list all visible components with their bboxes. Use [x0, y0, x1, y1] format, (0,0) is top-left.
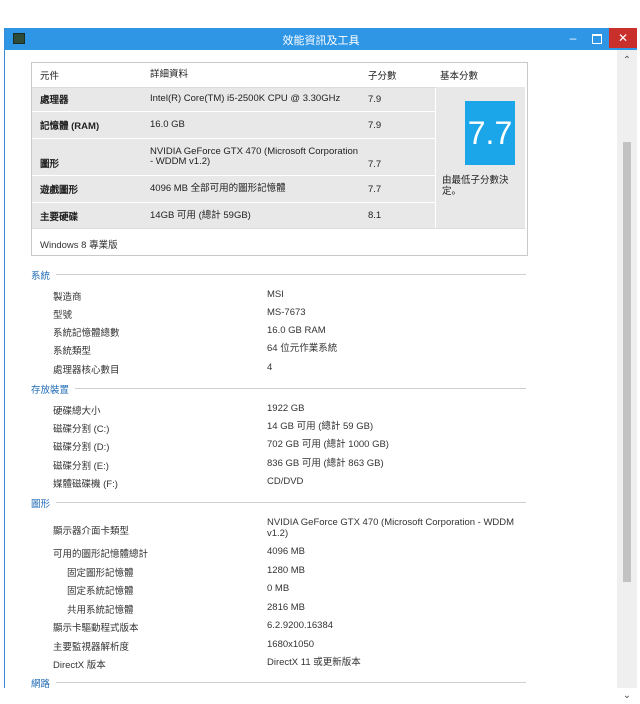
score-row-processor: 處理器 Intel(R) Core(TM) i5-2500K CPU @ 3.3… [32, 87, 435, 111]
row-subscore: 7.7 [364, 176, 432, 202]
score-row-graphics: 圖形 NVIDIA GeForce GTX 470 (Microsoft Cor… [32, 139, 435, 175]
section-rule [31, 502, 526, 503]
prop-label: DirectX 版本 [53, 660, 106, 671]
scroll-down-arrow-icon[interactable]: ⌄ [617, 690, 637, 704]
row-details: NVIDIA GeForce GTX 470 (Microsoft Corpor… [150, 146, 359, 167]
score-row-memory: 記憶體 (RAM) 16.0 GB 7.9 [32, 112, 435, 138]
prop-label: 固定圖形記憶體 [67, 568, 134, 579]
prop-label: 主要監視器解析度 [53, 642, 130, 653]
prop-value: 14 GB 可用 (總計 59 GB) [267, 421, 374, 432]
prop-value: MS-7673 [267, 307, 306, 318]
prop-value: 836 GB 可用 (總計 863 GB) [267, 458, 384, 469]
prop-label: 顯示卡驅動程式版本 [53, 623, 139, 634]
section-storage: 存放裝置 [31, 382, 526, 396]
background-strip [0, 0, 640, 28]
row-subscore: 8.1 [364, 203, 432, 228]
row-subscore: 7.9 [364, 87, 432, 111]
prop-label: 磁碟分割 (E:) [53, 461, 109, 472]
vertical-scrollbar[interactable]: ⌃ ⌄ [617, 50, 637, 701]
header-component: 元件 [40, 71, 60, 82]
prop-value: 0 MB [267, 583, 290, 594]
prop-label: 型號 [53, 310, 73, 321]
score-row-gaming-graphics: 遊戲圖形 4096 MB 全部可用的圖形記憶體 7.7 [32, 176, 435, 202]
prop-value: 4 [267, 362, 273, 373]
row-component: 圖形 [40, 159, 60, 170]
prop-value: 1280 MB [267, 565, 306, 576]
score-table-header: 元件 詳細資料 子分數 [32, 63, 435, 87]
prop-label: 顯示器介面卡類型 [53, 526, 130, 537]
prop-value: DirectX 11 或更新版本 [267, 657, 361, 668]
prop-label: 硬碟總大小 [53, 406, 101, 417]
prop-value: 702 GB 可用 (總計 1000 GB) [267, 439, 389, 450]
score-table: 元件 詳細資料 子分數 基本分數 處理器 Intel(R) Core(TM) i… [31, 62, 528, 256]
prop-value: MSI [267, 289, 284, 300]
maximize-button[interactable] [585, 28, 609, 48]
header-base-score: 基本分數 [440, 71, 479, 82]
performance-window: 效能資訊及工具 – ✕ ⌃ ⌄ 元件 詳細資料 子分數 基本分數 處理器 Int… [4, 28, 637, 701]
section-title: 圖形 [31, 496, 57, 510]
windows-edition: Windows 8 專業版 [40, 240, 118, 251]
section-title: 存放裝置 [31, 382, 76, 396]
prop-label: 系統記憶體總數 [53, 328, 120, 339]
prop-label: 可用的圖形記憶體總計 [53, 549, 149, 560]
prop-value: 4096 MB [267, 546, 306, 557]
section-network: 網路 [31, 676, 526, 690]
close-button[interactable]: ✕ [609, 28, 637, 48]
row-subscore: 7.9 [364, 112, 432, 138]
row-component: 處理器 [40, 95, 69, 106]
score-row-primary-disk: 主要硬碟 14GB 可用 (總計 59GB) 8.1 [32, 203, 435, 228]
prop-label: 磁碟分割 (C:) [53, 424, 110, 435]
section-rule [31, 274, 526, 275]
prop-label: 媒體磁碟機 (F:) [53, 479, 118, 490]
row-subscore: 7.7 [364, 139, 432, 175]
scroll-up-arrow-icon[interactable]: ⌃ [617, 54, 637, 68]
section-graphics: 圖形 [31, 496, 526, 510]
row-component: 遊戲圖形 [40, 185, 79, 196]
minimize-button[interactable]: – [561, 28, 585, 48]
prop-value: NVIDIA GeForce GTX 470 (Microsoft Corpor… [267, 517, 515, 539]
prop-label: 處理器核心數目 [53, 365, 120, 376]
row-component: 主要硬碟 [40, 211, 79, 223]
prop-value: CD/DVD [267, 476, 304, 487]
prop-label: 共用系統記憶體 [67, 605, 134, 616]
prop-label: 系統類型 [53, 346, 92, 357]
prop-label: 固定系統記憶體 [67, 586, 134, 597]
section-title: 系統 [31, 268, 57, 282]
header-details: 詳細資料 [150, 69, 189, 80]
prop-value: 64 位元作業系統 [267, 343, 338, 354]
row-details: 16.0 GB [150, 119, 185, 130]
section-system: 系統 [31, 268, 526, 282]
maximize-icon [592, 33, 602, 44]
prop-label: 製造商 [53, 292, 82, 303]
prop-value: 2816 MB [267, 602, 306, 613]
section-rule [31, 682, 526, 683]
section-rule [31, 388, 526, 389]
base-score-panel: 7.7 由最低子分數決定。 [436, 87, 525, 228]
base-score-tile: 7.7 [465, 101, 515, 165]
prop-value: 6.2.9200.16384 [267, 620, 334, 631]
base-score-note: 由最低子分數決定。 [442, 175, 509, 197]
row-divider [32, 228, 525, 229]
prop-value: 1680x1050 [267, 639, 315, 650]
prop-value: 1922 GB [267, 403, 305, 414]
scroll-thumb[interactable] [623, 142, 631, 582]
window-title: 效能資訊及工具 [282, 35, 360, 47]
row-details: Intel(R) Core(TM) i5-2500K CPU @ 3.30GHz [150, 93, 341, 104]
row-details: 14GB 可用 (總計 59GB) [150, 209, 251, 221]
prop-value: 16.0 GB RAM [267, 325, 326, 336]
prop-label: 磁碟分割 (D:) [53, 442, 110, 453]
header-subscore: 子分數 [364, 63, 432, 87]
title-bar[interactable]: 效能資訊及工具 – ✕ [5, 28, 637, 50]
row-details: 4096 MB 全部可用的圖形記憶體 [150, 183, 286, 194]
row-component: 記憶體 (RAM) [40, 121, 100, 132]
